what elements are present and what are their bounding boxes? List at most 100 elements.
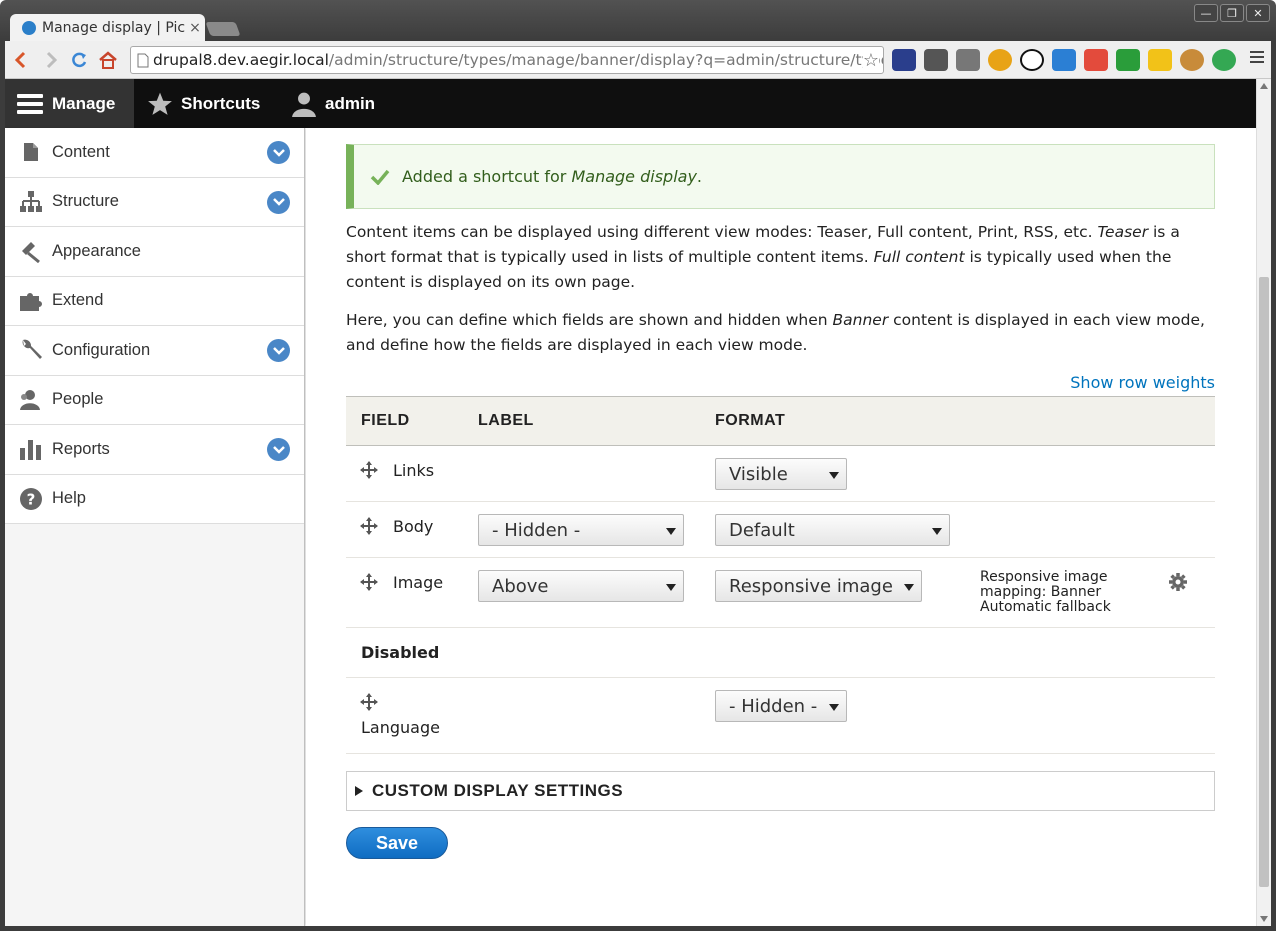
forward-button[interactable]: [40, 49, 62, 71]
dropdown-arrow-icon: [904, 584, 914, 591]
extension-gplus-icon[interactable]: [1084, 49, 1108, 71]
extension-cookie-icon[interactable]: [1180, 49, 1204, 71]
new-tab-button[interactable]: [205, 22, 241, 36]
admin-sidebar: Content Structure Appearance Extend Conf…: [5, 128, 305, 926]
label-select[interactable]: Above: [478, 570, 684, 602]
status-message-text: Added a shortcut for Manage display.: [402, 167, 702, 186]
select-value: Responsive image: [729, 575, 893, 597]
sidebar-item-label: Appearance: [52, 241, 141, 260]
format-select[interactable]: Visible: [715, 458, 847, 490]
scroll-up-icon[interactable]: [1260, 83, 1268, 89]
browser-tab-strip: Manage display | Pictu × — ❐ ✕: [0, 0, 1276, 42]
scrollbar-thumb[interactable]: [1259, 277, 1269, 887]
paintbrush-icon: [18, 238, 44, 264]
custom-display-settings-toggle[interactable]: CUSTOM DISPLAY SETTINGS: [346, 771, 1215, 811]
extension-y-icon[interactable]: [1052, 49, 1076, 71]
people-icon: [18, 387, 44, 413]
close-window-button[interactable]: ✕: [1246, 4, 1270, 22]
sidebar-item-help[interactable]: ? Help: [5, 474, 304, 524]
file-icon: [18, 139, 44, 165]
drag-handle-icon[interactable]: [360, 517, 378, 535]
save-button[interactable]: Save: [346, 827, 448, 859]
sidebar-item-reports[interactable]: Reports: [5, 425, 304, 475]
label-select[interactable]: - Hidden -: [478, 514, 684, 546]
page-scrollbar[interactable]: [1256, 79, 1271, 926]
browser-toolbar: drupal8.dev.aegir.local/admin/structure/…: [0, 41, 1276, 79]
toolbar-shortcuts[interactable]: Shortcuts: [147, 79, 260, 128]
drag-handle-icon[interactable]: [360, 461, 378, 479]
maximize-button[interactable]: ❐: [1220, 4, 1244, 22]
chevron-down-icon[interactable]: [267, 339, 290, 362]
toolbar-user[interactable]: admin: [291, 79, 375, 128]
minimize-button[interactable]: —: [1194, 4, 1218, 22]
toolbar-manage[interactable]: Manage: [5, 79, 134, 128]
gear-icon[interactable]: [1168, 572, 1188, 592]
toolbar-manage-label: Manage: [52, 93, 116, 113]
tab-close-icon[interactable]: ×: [185, 20, 205, 36]
show-row-weights-link[interactable]: Show row weights: [1070, 373, 1215, 392]
window-frame-bottom: [0, 926, 1276, 931]
format-select[interactable]: Default: [715, 514, 950, 546]
help-icon: ?: [18, 486, 44, 512]
chevron-down-icon[interactable]: [267, 438, 290, 461]
select-value: Visible: [729, 463, 788, 485]
scroll-down-icon[interactable]: [1260, 916, 1268, 922]
drag-handle-icon[interactable]: [360, 573, 378, 591]
sidebar-item-label: Extend: [52, 291, 104, 310]
star-icon: [148, 92, 172, 115]
toolbar-shortcuts-label: Shortcuts: [181, 93, 261, 113]
expand-triangle-icon: [355, 786, 363, 796]
puzzle-icon: [18, 288, 44, 314]
field-name: Links: [393, 461, 435, 480]
select-value: - Hidden -: [492, 519, 581, 541]
extension-mobile-icon[interactable]: [1148, 49, 1172, 71]
sidebar-item-people[interactable]: People: [5, 375, 304, 425]
format-select[interactable]: Responsive image: [715, 570, 922, 602]
window-frame-right: [1271, 41, 1276, 931]
table-header: FIELD LABEL FORMAT: [346, 396, 1215, 446]
page-icon: [137, 53, 149, 68]
dropdown-arrow-icon: [829, 704, 839, 711]
user-icon: [292, 92, 316, 117]
extension-firebug-icon[interactable]: [988, 49, 1012, 71]
browser-menu-icon[interactable]: [1250, 51, 1264, 66]
hamburger-icon: [17, 90, 43, 118]
extension-notification-icon[interactable]: [1116, 49, 1140, 71]
reload-button[interactable]: [68, 49, 90, 71]
window-frame-left: [0, 41, 5, 931]
format-select[interactable]: - Hidden -: [715, 690, 847, 722]
home-button[interactable]: [97, 49, 119, 71]
sidebar-item-label: Configuration: [52, 340, 151, 359]
back-button[interactable]: [10, 49, 32, 71]
toolbar-user-label: admin: [325, 93, 376, 113]
url-host: drupal8.dev.aegir.local: [153, 51, 329, 69]
extension-gauge-icon[interactable]: [892, 49, 916, 71]
table-row: Language - Hidden -: [346, 678, 1215, 754]
drag-handle-icon[interactable]: [360, 693, 378, 711]
extension-leaf-icon[interactable]: [1212, 49, 1236, 71]
extension-puzzle-icon[interactable]: [924, 49, 948, 71]
table-row: Links Visible: [346, 446, 1215, 502]
disabled-heading: Disabled: [361, 643, 440, 662]
address-bar[interactable]: drupal8.dev.aegir.local/admin/structure/…: [130, 46, 884, 74]
help-paragraph: Here, you can define which fields are sh…: [346, 311, 1205, 354]
extension-icons: [892, 49, 1236, 71]
chevron-down-icon[interactable]: [267, 190, 290, 214]
drupal-favicon-icon: [22, 21, 36, 35]
window-controls: — ❐ ✕: [1194, 4, 1270, 22]
extension-tool-icon[interactable]: [956, 49, 980, 71]
sidebar-item-configuration[interactable]: Configuration: [5, 326, 304, 376]
sidebar-item-content[interactable]: Content: [5, 128, 304, 178]
extension-eye-icon[interactable]: [1020, 49, 1044, 71]
svg-text:?: ?: [27, 490, 36, 508]
sidebar-item-extend[interactable]: Extend: [5, 276, 304, 326]
column-header-format: FORMAT: [715, 412, 786, 429]
sidebar-item-label: Content: [52, 142, 110, 161]
browser-tab[interactable]: Manage display | Pictu ×: [10, 14, 205, 42]
url-path: /admin/structure/types/manage/banner/dis…: [328, 51, 884, 69]
chevron-down-icon[interactable]: [267, 141, 290, 164]
sidebar-item-structure[interactable]: Structure: [5, 177, 304, 227]
bookmark-star-icon[interactable]: ☆: [862, 50, 879, 71]
sidebar-item-appearance[interactable]: Appearance: [5, 227, 304, 277]
formatter-summary: Responsive image mapping: Banner Automat…: [980, 569, 1111, 615]
